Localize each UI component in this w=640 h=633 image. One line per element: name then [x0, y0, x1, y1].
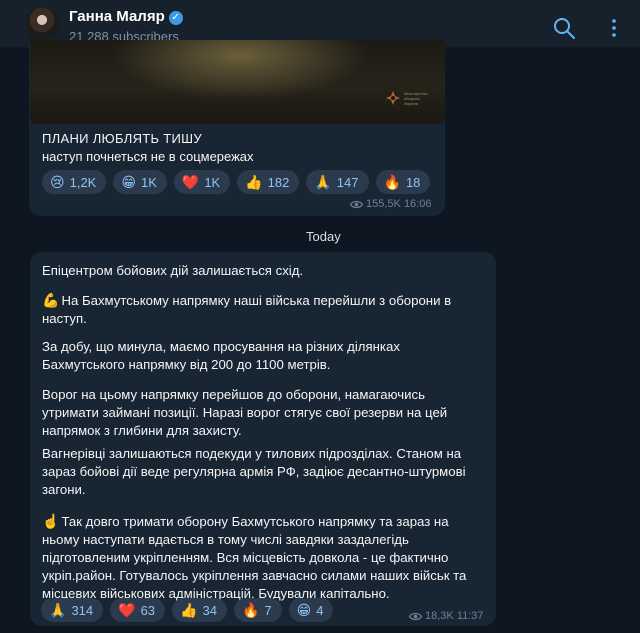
emblem-text: Міністерство оборони України — [404, 91, 428, 106]
reaction-chip[interactable]: 🔥 18 — [375, 170, 431, 194]
paragraph-text: Епіцентром бойових дій залишається схід. — [42, 263, 304, 278]
reaction-count: 1K — [140, 174, 157, 190]
reaction-emoji-icon: 😁 — [296, 602, 312, 618]
reaction-emoji-icon: ❤️ — [118, 602, 136, 618]
reaction-chip[interactable]: 🔥 7 — [233, 598, 282, 622]
channel-name[interactable]: Ганна Маляр ✓ — [69, 8, 183, 25]
message-paragraph: За добу, що минула, маємо просування на … — [42, 338, 482, 374]
reaction-count: 314 — [71, 602, 94, 618]
reaction-count: 7 — [264, 602, 272, 618]
reaction-chip[interactable]: ❤️ 1K — [173, 170, 231, 194]
reaction-count: 1K — [204, 174, 221, 190]
reaction-chip[interactable]: ❤️ 63 — [110, 598, 166, 622]
message-paragraph: 💪 На Бахмутському напрямку наші війська п… — [42, 291, 482, 328]
reaction-emoji-icon: 😁 — [121, 174, 136, 190]
message-time: 11:37 — [456, 610, 484, 622]
reaction-emoji-icon: 🔥 — [383, 174, 401, 190]
reaction-chip[interactable]: 😢 1,2K — [42, 170, 107, 194]
reaction-count: 63 — [140, 602, 156, 618]
reaction-chip[interactable]: 😁 4 — [288, 598, 334, 622]
reaction-emoji-icon: 👍 — [245, 174, 263, 190]
reaction-count: 182 — [267, 174, 290, 190]
reaction-count: 147 — [336, 174, 359, 190]
paragraph-text: Так довго тримати оборону Бахмутського н… — [42, 514, 467, 601]
reaction-count: 1,2K — [69, 174, 97, 190]
flexed-biceps-icon: 💪 — [42, 292, 60, 308]
search-icon[interactable] — [552, 16, 576, 40]
paragraph-text: За добу, що минула, маємо просування на … — [42, 339, 400, 372]
message-time: 16:06 — [403, 198, 432, 210]
reaction-count: 34 — [202, 602, 217, 618]
reaction-emoji-icon: 🙏 — [49, 602, 67, 618]
message-paragraph: ☝️ Так довго тримати оборону Бахмутського… — [42, 512, 482, 603]
view-count: 155,5K — [366, 198, 401, 210]
paragraph-text: На Бахмутському напрямку наші війська пе… — [42, 293, 452, 326]
more-icon[interactable] — [605, 18, 623, 38]
reaction-count: 18 — [405, 174, 421, 190]
reaction-chip[interactable]: 🙏 147 — [306, 170, 369, 194]
pointing-up-icon: ☝️ — [42, 513, 60, 529]
paragraph-text: Ворог на цьому напрямку перейшов до обор… — [42, 387, 448, 438]
message-paragraph: Вагнерівці залишаються подекуди у тилови… — [42, 445, 482, 499]
reaction-emoji-icon: 😢 — [50, 174, 65, 190]
reaction-count: 4 — [316, 602, 324, 618]
message-meta: 18,3K 11:37 — [409, 610, 484, 622]
verified-icon: ✓ — [168, 11, 183, 25]
reaction-chip[interactable]: 😁 1K — [113, 170, 167, 194]
emblem-icon — [386, 91, 400, 105]
reaction-emoji-icon: 👍 — [180, 602, 198, 618]
reaction-chip[interactable]: 🙏 314 — [41, 598, 104, 622]
reaction-emoji-icon: ❤️ — [181, 174, 200, 190]
reaction-emoji-icon: 🙏 — [314, 174, 332, 190]
reactions-bar: 🙏 314 ❤️ 63 👍 34 🔥 7 😁 4 — [41, 598, 334, 622]
channel-name-text: Ганна Маляр — [69, 8, 165, 25]
caption-subtitle: наступ почнеться не в соцмережах — [42, 149, 254, 164]
message-paragraph: Епіцентром бойових дій залишається схід. — [42, 262, 482, 280]
message-meta: 155,5K 16:06 — [350, 198, 431, 210]
reactions-bar: 😢 1,2K 😁 1K ❤️ 1K 👍 182 🙏 147 🔥 18 — [42, 170, 431, 194]
caption-title: ПЛАНИ ЛЮБЛЯТЬ ТИШУ — [42, 131, 202, 146]
date-separator: Today — [306, 229, 341, 244]
media-glow — [110, 40, 370, 100]
reaction-chip[interactable]: 👍 182 — [237, 170, 300, 194]
eye-icon — [350, 200, 363, 208]
channel-avatar[interactable] — [25, 7, 59, 41]
reaction-emoji-icon: 🔥 — [241, 602, 260, 618]
view-count: 18,3K — [425, 610, 454, 622]
paragraph-text: Вагнерівці залишаються подекуди у тилови… — [42, 446, 466, 497]
message-paragraph: Ворог на цьому напрямку перейшов до обор… — [42, 386, 482, 440]
reaction-chip[interactable]: 👍 34 — [172, 598, 227, 622]
post-media[interactable]: Міністерство оборони України — [30, 40, 445, 124]
eye-icon — [409, 612, 422, 620]
